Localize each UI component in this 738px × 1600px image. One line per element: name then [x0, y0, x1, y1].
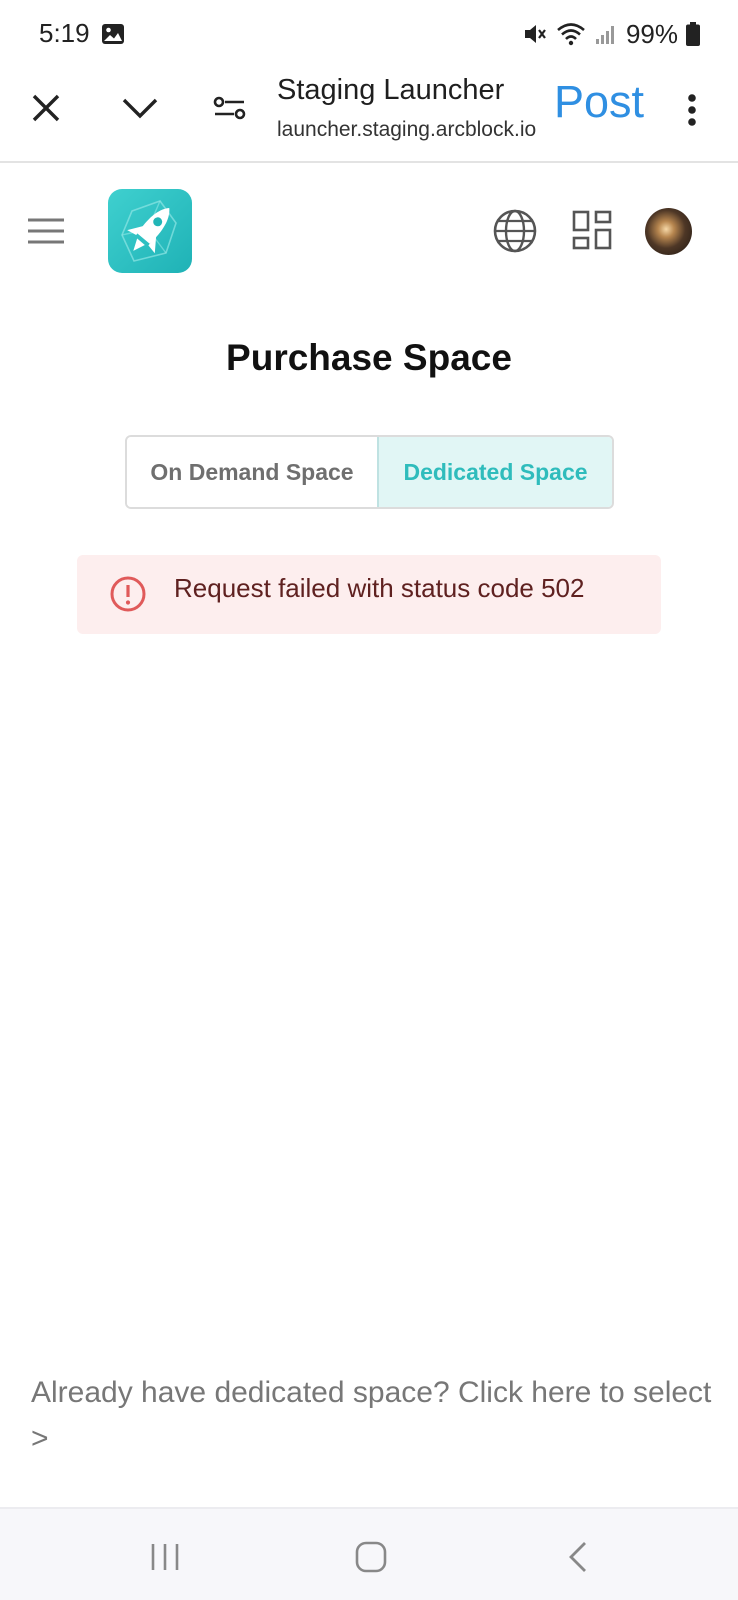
close-button[interactable]: [26, 88, 66, 128]
status-icons: 99%: [522, 18, 700, 50]
signal-icon: [595, 26, 614, 44]
select-dedicated-space-link[interactable]: Already have dedicated space? Click here…: [31, 1370, 721, 1462]
tab-dedicated-space[interactable]: Dedicated Space: [379, 437, 612, 507]
more-options-button[interactable]: [680, 90, 704, 130]
back-icon: [569, 1542, 586, 1572]
system-nav-bar: [0, 1507, 738, 1600]
back-button[interactable]: [557, 1537, 597, 1577]
post-button[interactable]: Post: [554, 76, 644, 128]
battery-icon: [686, 22, 700, 46]
close-icon: [32, 94, 60, 122]
rocket-logo[interactable]: [108, 189, 192, 273]
battery-percent: 99%: [625, 18, 678, 49]
mute-icon: [524, 25, 546, 43]
error-message: Request failed with status code 502: [174, 573, 585, 603]
error-alert: Request failed with status code 502: [77, 555, 661, 634]
browser-toolbar: Staging Launcher launcher.staging.arcblo…: [0, 68, 738, 163]
apps-button[interactable]: [572, 210, 612, 250]
avatar[interactable]: [645, 208, 692, 255]
page-url[interactable]: launcher.staging.arcblock.io: [277, 118, 543, 142]
recents-icon: [151, 1544, 179, 1570]
recents-button[interactable]: [145, 1537, 185, 1577]
chevron-down-icon: [122, 98, 158, 119]
page-heading: Purchase Space: [226, 337, 512, 378]
collapse-button[interactable]: [117, 88, 163, 128]
page-title: Staging Launcher: [277, 74, 505, 106]
menu-button[interactable]: [28, 216, 64, 246]
wifi-icon: [557, 23, 585, 46]
home-button[interactable]: [351, 1537, 391, 1577]
site-settings-button[interactable]: [210, 88, 250, 128]
language-button[interactable]: [492, 208, 538, 254]
more-vert-icon: [688, 94, 696, 126]
tab-on-demand-space[interactable]: On Demand Space: [127, 437, 379, 507]
home-icon: [355, 1541, 387, 1573]
menu-icon: [28, 218, 64, 244]
app-header: [0, 163, 738, 303]
globe-icon: [493, 209, 537, 253]
gallery-icon: [102, 24, 124, 44]
status-bar: 5:19 99%: [0, 0, 738, 68]
apps-grid-icon: [572, 210, 612, 250]
rocket-icon: [121, 200, 177, 262]
tune-icon: [213, 96, 246, 120]
space-type-tabs: On Demand Space Dedicated Space: [125, 435, 614, 509]
status-time: 5:19: [39, 18, 90, 48]
error-circle-icon: [110, 576, 146, 612]
